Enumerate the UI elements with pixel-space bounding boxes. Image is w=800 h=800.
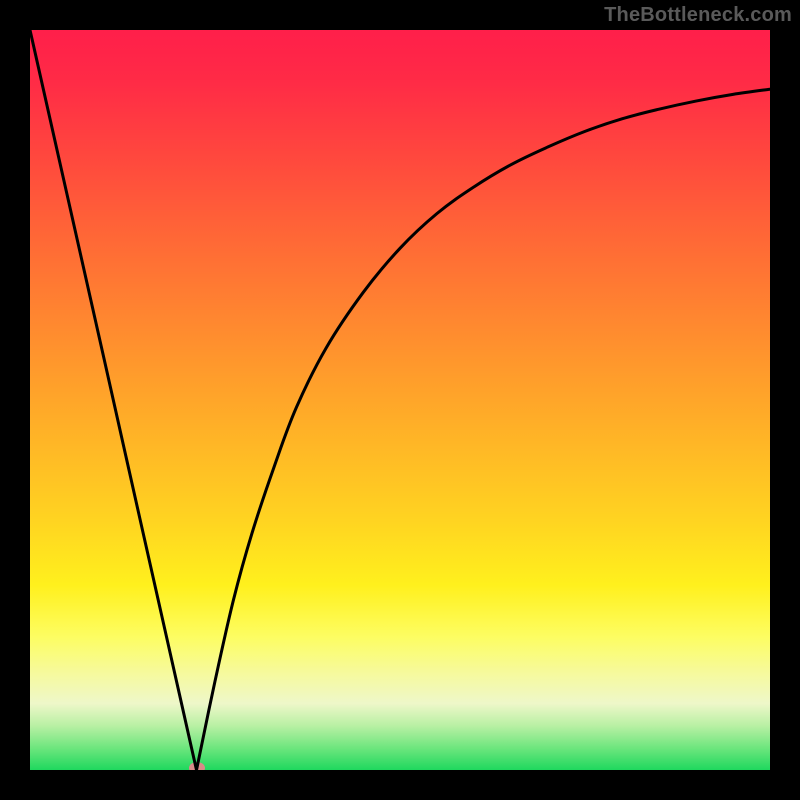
curve-svg [30, 30, 770, 770]
watermark-text: TheBottleneck.com [604, 4, 792, 27]
chart-frame: TheBottleneck.com [0, 0, 800, 800]
plot-area [30, 30, 770, 770]
curve-path [30, 30, 770, 770]
